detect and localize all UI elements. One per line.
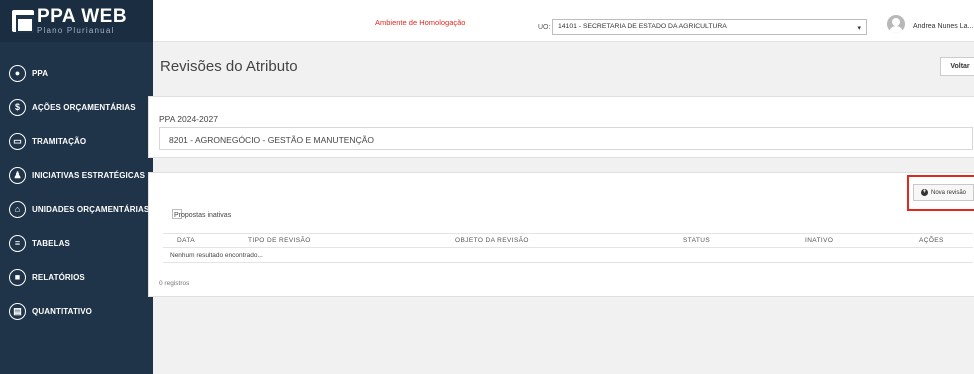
sidebar-item-label: RELATÓRIOS xyxy=(32,272,85,282)
sidebar-item-label: TRAMITAÇÃO xyxy=(32,136,87,146)
sidebar-menu: ● PPA $ AÇÕES ORÇAMENTÁRIAS ▭ TRAMITAÇÃO… xyxy=(0,42,153,328)
ppa-period: PPA 2024-2027 xyxy=(159,114,218,124)
inactive-proposals-label: Propostas inativas xyxy=(174,212,232,219)
logo-icon xyxy=(12,10,34,33)
new-revision-label: Nova revisão xyxy=(930,189,966,196)
column-header-inativo[interactable]: INATIVO xyxy=(805,237,833,244)
column-header-data[interactable]: DATA xyxy=(177,237,195,244)
uo-select-value: 14101 - SECRETARIA DE ESTADO DA AGRICULT… xyxy=(558,23,727,30)
app-logo[interactable]: PPA WEB Plano Plurianual xyxy=(0,0,153,42)
column-header-objeto[interactable]: OBJETO DA REVISÃO xyxy=(455,237,529,244)
table-header: DATA TIPO DE REVISÃO OBJETO DA REVISÃO S… xyxy=(163,233,973,248)
sidebar-item-label: UNIDADES ORÇAMENTÁRIAS xyxy=(32,204,150,214)
program-field: 8201 - AGRONEGÓCIO - GESTÃO E MANUTENÇÃO xyxy=(159,127,973,150)
avatar[interactable] xyxy=(887,15,905,33)
inbox-icon: ▭ xyxy=(9,132,26,150)
back-button[interactable]: Voltar xyxy=(940,57,974,76)
sidebar-item-tabelas[interactable]: ≡ TABELAS xyxy=(0,226,153,260)
revisions-table: DATA TIPO DE REVISÃO OBJETO DA REVISÃO S… xyxy=(163,233,973,263)
sidebar-item-label: PPA xyxy=(32,68,49,78)
environment-label: Ambiente de Homologação xyxy=(375,18,466,27)
table-row-empty: Nenhum resultado encontrado... xyxy=(163,248,973,263)
logo-subtitle: Plano Plurianual xyxy=(37,26,115,35)
ppa-icon: ● xyxy=(9,64,26,82)
empty-message: Nenhum resultado encontrado... xyxy=(170,251,263,259)
sidebar-item-label: TABELAS xyxy=(32,238,70,248)
plus-icon: + xyxy=(920,189,928,196)
column-header-tipo[interactable]: TIPO DE REVISÃO xyxy=(248,237,311,244)
sidebar-item-label: AÇÕES ORÇAMENTÁRIAS xyxy=(32,102,136,112)
sidebar-item-ppa[interactable]: ● PPA xyxy=(0,56,153,90)
revisions-card: + Nova revisão Propostas inativas DATA T… xyxy=(148,172,974,297)
page-title: Revisões do Atributo xyxy=(160,58,298,75)
sidebar-item-quantitativo[interactable]: ▤ QUANTITATIVO xyxy=(0,294,153,328)
uo-select[interactable]: 14101 - SECRETARIA DE ESTADO DA AGRICULT… xyxy=(552,19,867,35)
top-bar: Ambiente de Homologação UO: 14101 - SECR… xyxy=(153,0,974,42)
sidebar-item-acoes-orcamentarias[interactable]: $ AÇÕES ORÇAMENTÁRIAS xyxy=(0,90,153,124)
column-header-status[interactable]: STATUS xyxy=(683,237,710,244)
bank-icon: ⌂ xyxy=(9,200,26,218)
column-header-acoes[interactable]: AÇÕES xyxy=(919,237,944,244)
user-name[interactable]: Andrea Nunes La... xyxy=(913,23,973,30)
ppa-card: PPA 2024-2027 8201 - AGRONEGÓCIO - GESTÃ… xyxy=(148,96,974,158)
sidebar-item-tramitacao[interactable]: ▭ TRAMITAÇÃO xyxy=(0,124,153,158)
sidebar-item-iniciativas-estrategicas[interactable]: ♟ INICIATIVAS ESTRATÉGICAS xyxy=(0,158,153,192)
records-count: 0 registros xyxy=(159,280,190,287)
table-icon: ≡ xyxy=(9,234,26,252)
sidebar: PPA WEB Plano Plurianual ● PPA $ AÇÕES O… xyxy=(0,0,153,374)
uo-label: UO: xyxy=(538,24,551,31)
sidebar-item-label: QUANTITATIVO xyxy=(32,306,93,316)
chart-icon: ▤ xyxy=(9,302,26,320)
logo-title: PPA WEB xyxy=(37,6,128,27)
report-icon: ■ xyxy=(9,268,26,286)
strategy-icon: ♟ xyxy=(9,166,26,184)
sidebar-item-label: INICIATIVAS ESTRATÉGICAS xyxy=(32,170,146,180)
dollar-icon: $ xyxy=(9,98,26,116)
sidebar-item-relatorios[interactable]: ■ RELATÓRIOS xyxy=(0,260,153,294)
sidebar-item-unidades-orcamentarias[interactable]: ⌂ UNIDADES ORÇAMENTÁRIAS xyxy=(0,192,153,226)
new-revision-button[interactable]: + Nova revisão xyxy=(913,184,974,201)
caret-down-icon: ▾ xyxy=(857,25,861,32)
